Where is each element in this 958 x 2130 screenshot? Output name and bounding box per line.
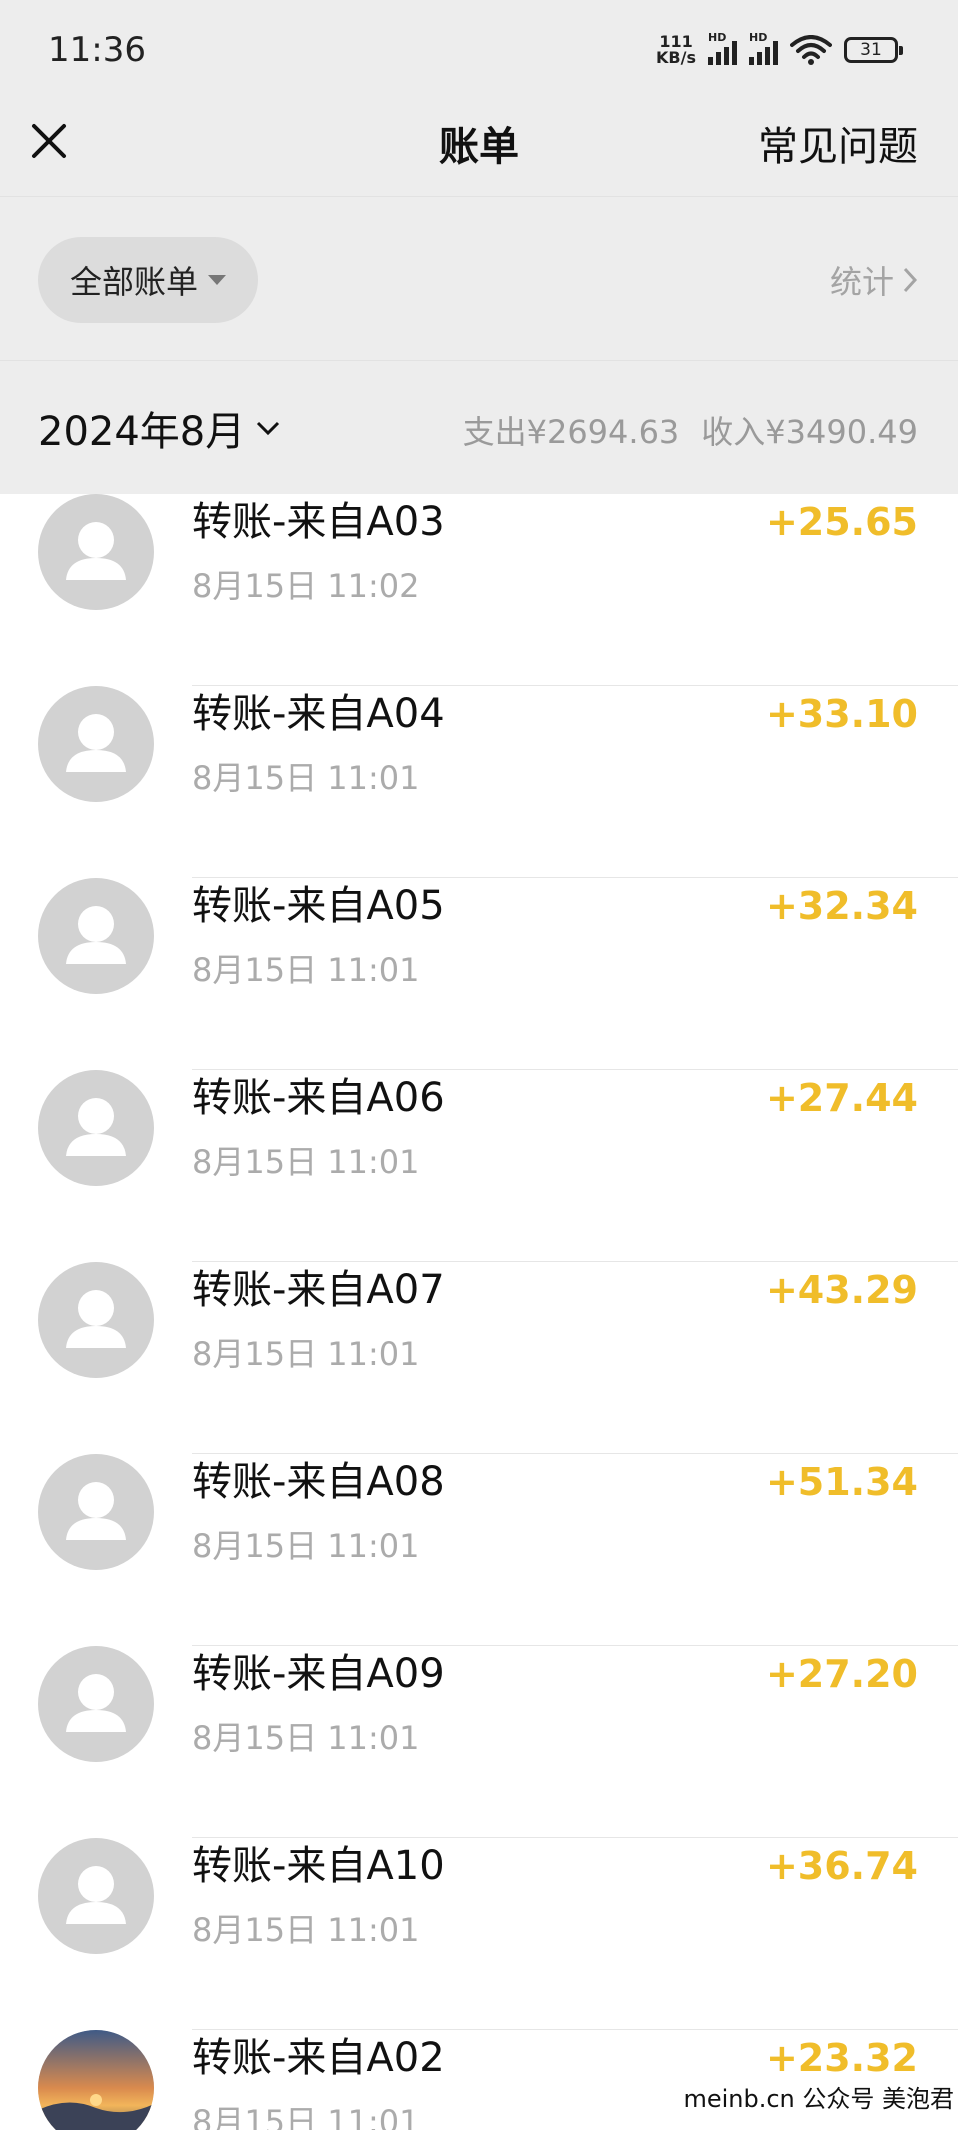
signal-icon: HD	[708, 31, 737, 65]
transaction-title: 转账-来自A09	[192, 1651, 445, 1697]
transaction-amount: +32.34	[765, 884, 918, 928]
status-time: 11:36	[48, 30, 146, 70]
caret-down-icon	[208, 275, 226, 285]
faq-link[interactable]: 常见问题	[758, 114, 918, 172]
transaction-time: 8月15日 11:01	[192, 951, 420, 989]
transaction-time: 8月15日 11:01	[192, 1143, 420, 1181]
transaction-title: 转账-来自A02	[192, 2035, 445, 2081]
transaction-row[interactable]: 转账-来自A06 8月15日 11:01 +27.44	[0, 1070, 958, 1262]
transaction-time: 8月15日 11:01	[192, 759, 420, 797]
transaction-row[interactable]: 转账-来自A10 8月15日 11:01 +36.74	[0, 1838, 958, 2030]
filter-row: 全部账单 统计	[0, 196, 958, 360]
transaction-title: 转账-来自A07	[192, 1267, 445, 1313]
default-avatar-icon	[38, 878, 154, 994]
transaction-time: 8月15日 11:01	[192, 1719, 420, 1757]
transaction-time: 8月15日 11:01	[192, 1335, 420, 1373]
network-speed: 111 KB/s	[656, 34, 696, 66]
transaction-time: 8月15日 11:01	[192, 1527, 420, 1565]
transaction-amount: +51.34	[765, 1460, 918, 1504]
transaction-title: 转账-来自A04	[192, 691, 445, 737]
month-label: 2024年8月	[38, 409, 246, 455]
transaction-row[interactable]: 转账-来自A08 8月15日 11:01 +51.34	[0, 1454, 958, 1646]
close-button[interactable]	[24, 116, 74, 166]
default-avatar-icon	[38, 1646, 154, 1762]
hd-label: HD	[708, 31, 727, 44]
transaction-title: 转账-来自A08	[192, 1459, 445, 1505]
transaction-row[interactable]: 转账-来自A03 8月15日 11:02 +25.65	[0, 494, 958, 686]
transaction-amount: +27.44	[765, 1076, 918, 1120]
transaction-time: 8月15日 11:02	[192, 567, 420, 605]
transaction-title: 转账-来自A03	[192, 499, 445, 545]
transaction-amount: +33.10	[765, 692, 918, 736]
default-avatar-icon	[38, 1262, 154, 1378]
transaction-row[interactable]: 转账-来自A04 8月15日 11:01 +33.10	[0, 686, 958, 878]
wifi-icon	[790, 35, 832, 65]
transaction-time: 8月15日 11:01	[192, 2103, 420, 2130]
signal-icon-2: HD	[749, 31, 778, 65]
transaction-row[interactable]: 转账-来自A07 8月15日 11:01 +43.29	[0, 1262, 958, 1454]
transaction-time: 8月15日 11:01	[192, 1911, 420, 1949]
status-icons: 111 KB/s HD HD 31	[656, 31, 903, 66]
transaction-row[interactable]: 转账-来自A09 8月15日 11:01 +27.20	[0, 1646, 958, 1838]
default-avatar-icon	[38, 1454, 154, 1570]
network-speed-unit: KB/s	[656, 48, 696, 67]
watermark-text: meinb.cn 公众号 美泡君	[679, 2077, 958, 2116]
month-income-total: 收入¥3490.49	[701, 413, 918, 451]
sunset-photo-avatar	[38, 2030, 154, 2130]
default-avatar-icon	[38, 494, 154, 610]
default-avatar-icon	[38, 1838, 154, 1954]
transaction-amount: +27.20	[765, 1652, 918, 1696]
stats-link[interactable]: 统计	[830, 257, 918, 303]
transaction-row[interactable]: 转账-来自A05 8月15日 11:01 +32.34	[0, 878, 958, 1070]
transaction-amount: +25.65	[765, 500, 918, 544]
battery-icon: 31	[844, 37, 903, 63]
hd-label-2: HD	[749, 31, 768, 44]
header-bar: 账单 常见问题	[0, 100, 958, 196]
month-expense-total: 支出¥2694.63	[462, 413, 680, 451]
status-bar: 11:36 111 KB/s HD HD 31	[0, 0, 958, 100]
chevron-right-icon	[903, 267, 918, 293]
transaction-title: 转账-来自A10	[192, 1843, 445, 1889]
bill-type-filter-button[interactable]: 全部账单	[38, 237, 258, 323]
default-avatar-icon	[38, 686, 154, 802]
month-selector[interactable]: 2024年8月	[38, 399, 281, 457]
transaction-amount: +43.29	[765, 1268, 918, 1312]
bill-type-filter-label: 全部账单	[69, 263, 198, 301]
chevron-down-icon	[257, 421, 280, 436]
transaction-title: 转账-来自A05	[192, 883, 445, 929]
default-avatar-icon	[38, 1070, 154, 1186]
transaction-title: 转账-来自A06	[192, 1075, 445, 1121]
month-totals: 支出¥2694.63 收入¥3490.49	[463, 407, 918, 453]
month-summary-row: 2024年8月 支出¥2694.63 收入¥3490.49	[0, 360, 958, 494]
transaction-list[interactable]: 转账-来自A03 8月15日 11:02 +25.65 转账-来自A04 8月1…	[0, 494, 958, 2130]
stats-label: 统计	[829, 263, 894, 301]
close-icon	[32, 124, 66, 158]
transaction-amount: +36.74	[765, 1844, 918, 1888]
